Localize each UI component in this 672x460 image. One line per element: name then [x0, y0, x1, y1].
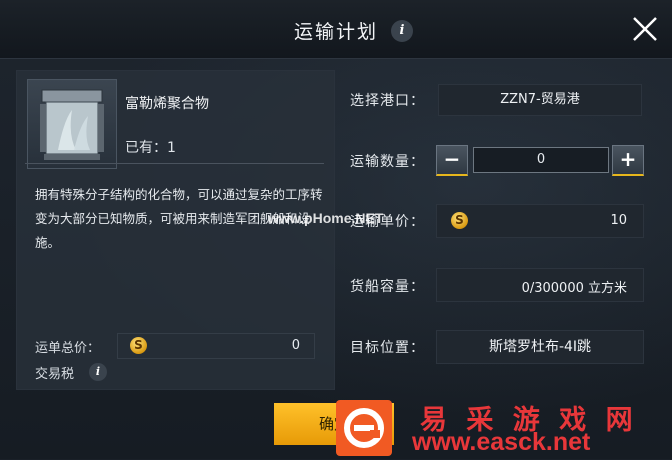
- port-label: 选择港口：: [350, 93, 425, 109]
- capacity-value: 0/300000 立方米: [521, 281, 627, 296]
- close-button[interactable]: [628, 12, 662, 46]
- coin-icon: S: [451, 212, 468, 229]
- quantity-input[interactable]: 0: [473, 147, 609, 173]
- item-owned-count: 已有：1: [125, 140, 176, 156]
- item-name: 富勒烯聚合物: [125, 96, 209, 112]
- capacity-label: 货船容量：: [350, 279, 425, 295]
- easck-logo-icon: [344, 408, 384, 448]
- item-panel: 富勒烯聚合物 已有：1 拥有特殊分子结构的化合物，可以通过复杂的工序转变为大部分…: [16, 70, 335, 390]
- item-image: [27, 79, 117, 169]
- decrease-button[interactable]: −: [436, 145, 468, 176]
- watermark-site-url: www.easck.net: [412, 428, 591, 456]
- increase-button[interactable]: +: [612, 145, 644, 176]
- quantity-label: 运输数量：: [350, 154, 425, 170]
- total-price-value: 0: [291, 338, 300, 353]
- watermark-phome: www.pHome.NET: [268, 210, 384, 226]
- unit-price-field: S 10: [436, 204, 644, 238]
- coin-icon: S: [130, 337, 147, 354]
- total-price-label: 运单总价：: [35, 341, 101, 356]
- info-icon[interactable]: i: [391, 20, 413, 42]
- close-icon: [633, 17, 657, 41]
- header-bar: 运输计划 i: [0, 0, 672, 59]
- unit-price-value: 10: [610, 213, 627, 228]
- total-price-field: S 0: [117, 333, 315, 359]
- divider: [25, 163, 324, 164]
- tax-label: 交易税: [35, 367, 75, 382]
- tax-info-icon[interactable]: i: [89, 363, 107, 381]
- port-select[interactable]: ZZN7-贸易港: [438, 84, 642, 116]
- page-title: 运输计划: [293, 21, 378, 43]
- capacity-field: 0/300000 立方米: [436, 268, 644, 302]
- destination-label: 目标位置：: [350, 340, 425, 356]
- watermark-logo: [336, 400, 392, 456]
- container-icon: [40, 89, 104, 160]
- destination-value: 斯塔罗杜布-4I跳: [436, 330, 644, 364]
